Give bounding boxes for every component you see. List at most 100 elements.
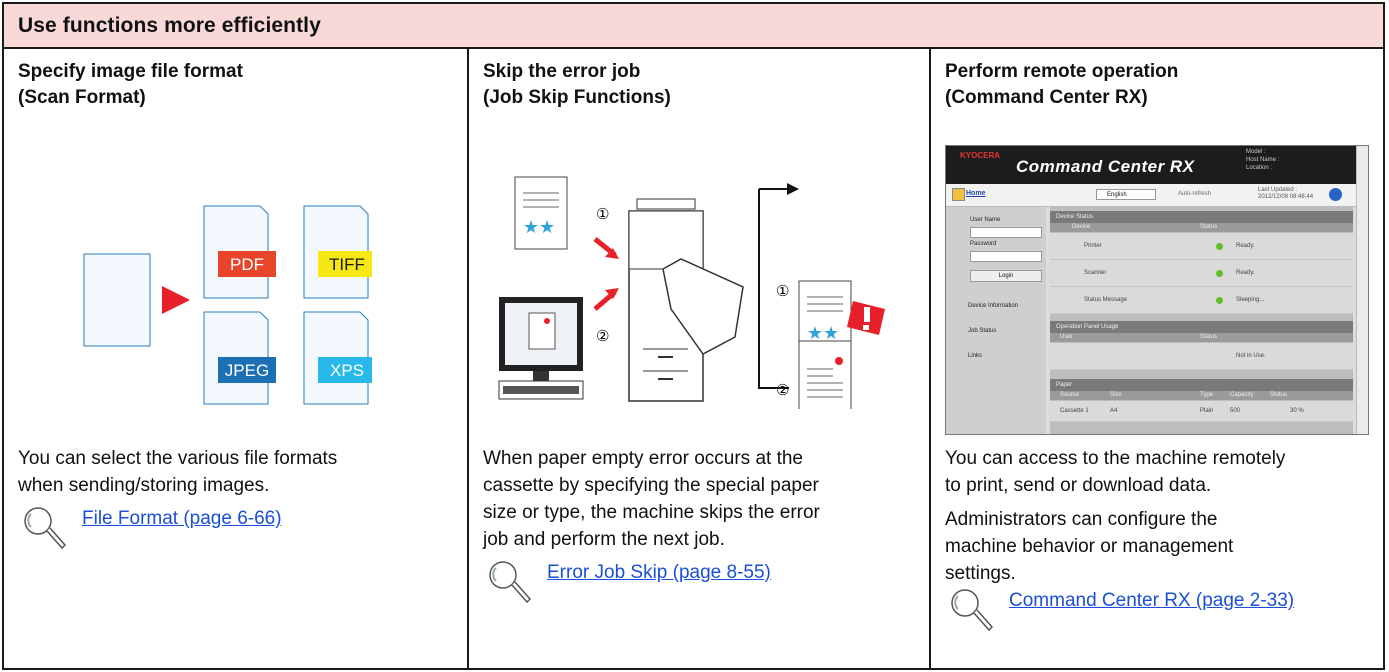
magnifier-icon [951,589,993,632]
paper-level: 30 % [1290,408,1304,414]
status-dot-icon [1216,270,1223,277]
paper-table-header: Source Size Type Capacity Status [1050,391,1353,400]
meta-model: Model : [1246,149,1266,155]
desc-line: When paper empty error occurs at the [483,448,803,469]
status-dot-icon [1216,297,1223,304]
desc-line: You can access to the machine remotely [945,448,1286,469]
ccrx-main: Device Status Device Status Printer Read… [1050,207,1353,434]
ccrx-meta: Model : Host Name : Location : [1246,148,1279,172]
tiff-label: TIFF [329,255,365,274]
feature-panel: Use functions more efficiently Specify i… [2,2,1385,670]
ccrx-home-link[interactable]: Home [966,190,985,197]
device-status: Ready. [1236,270,1255,276]
login-button[interactable]: Login [970,270,1042,282]
column-title: Perform remote operation (Command Center… [945,59,1178,111]
source-document [83,253,151,347]
printer-icon [628,198,744,402]
desc-line: job and perform the next job. [483,529,725,550]
section-header: Use functions more efficiently [4,4,1383,49]
device-status: Ready. [1236,243,1255,249]
error-icon [847,301,885,335]
device-row: Scanner Ready. [1050,260,1353,287]
device-name: Status Message [1084,297,1128,303]
command-center-link[interactable]: Command Center RX (page 2-33) [1009,589,1294,613]
paper-source: Cassette 1 [1060,408,1089,414]
command-center-screenshot: KYOCERA Command Center RX Model : Host N… [945,145,1369,435]
ccrx-sidebar: User Name Password Login Device Informat… [946,207,1046,434]
refresh-icon[interactable] [1329,188,1342,201]
ccrx-topbar: KYOCERA Command Center RX Model : Host N… [946,146,1356,184]
ccrx-scrollbar[interactable] [1356,146,1368,434]
kyocera-logo: KYOCERA [960,151,1001,160]
tiff-document: TIFF [303,205,372,299]
column-command-center: Perform remote operation (Command Center… [931,49,1383,670]
col-user: User [1060,334,1073,340]
device-status-heading: Device Status [1050,211,1353,223]
pdf-label: PDF [230,255,264,274]
title-line: Skip the error job [483,61,641,82]
user-name-label: User Name [970,217,1001,223]
desc-line: settings. [945,563,1016,584]
auto-refresh-checkbox[interactable]: Auto-refresh [1178,191,1211,197]
col-source: Source [1060,392,1080,398]
col-capacity: Capacity [1230,392,1254,398]
magnifier-icon [489,561,531,604]
column-description: When paper empty error occurs at the cas… [483,445,820,553]
nav-links[interactable]: Links [968,353,982,359]
col-size: Size [1110,392,1122,398]
desc-line: machine behavior or management [945,536,1234,557]
convert-arrow-icon [162,286,190,314]
op-row: Not in Use. [1050,343,1353,370]
job-document-stars: ★★ [514,176,568,250]
nav-job-status[interactable]: Job Status [968,328,996,334]
desc-line: cassette by specifying the special paper [483,475,819,496]
col-type: Type [1200,392,1214,398]
col-status: Status [1200,224,1218,230]
user-name-field[interactable] [970,227,1042,238]
last-updated-label: Last Updated : [1258,187,1298,193]
svg-text:★★: ★★ [523,217,555,238]
file-format-link[interactable]: File Format (page 6-66) [82,507,282,531]
paper-type: Plain [1200,408,1214,414]
file-format-illustration: PDF TIFF JPEG XPS [83,205,372,405]
desc-line: to print, send or download data. [945,475,1212,496]
desc-line: when sending/storing images. [18,475,270,496]
column-title: Specify image file format (Scan Format) [18,59,243,111]
reference: File Format (page 6-66) [22,505,282,551]
device-row: Printer Ready. [1050,233,1353,260]
desc-line: size or type, the machine skips the erro… [483,502,820,523]
error-job-skip-link[interactable]: Error Job Skip (page 8-55) [547,561,771,585]
col-status: Status [1200,334,1218,340]
title-line: Perform remote operation [945,61,1179,82]
column-scan-format: Specify image file format (Scan Format) … [4,49,469,670]
job-skip-illustration: ★★ ① ② ① ★★ ② [498,176,885,409]
jpeg-label: JPEG [225,361,269,380]
ccrx-title: Command Center RX [1016,157,1195,176]
paper-heading: Paper [1050,379,1353,391]
language-select[interactable]: English [1096,189,1156,200]
device-table-header: Device Status [1050,223,1353,232]
marker-2: ② [596,327,609,345]
next-job-document [798,340,852,409]
home-icon [952,188,965,201]
device-name: Scanner [1084,270,1107,276]
reference: Command Center RX (page 2-33) [949,587,1294,633]
section-title: Use functions more efficiently [18,14,321,37]
paper-row: Cassette 1 A4 Plain 500 30 % [1050,401,1353,422]
paper-size: A4 [1110,408,1118,414]
title-subline: (Command Center RX) [945,87,1148,108]
ccrx-navbar: Home English Auto-refresh Last Updated :… [946,184,1356,207]
desc-line: Administrators can configure the [945,509,1218,530]
column-job-skip: Skip the error job (Job Skip Functions) … [469,49,931,670]
password-field[interactable] [970,251,1042,262]
device-name: Printer [1084,243,1102,249]
title-subline: (Scan Format) [18,87,146,108]
desc-line: You can select the various file formats [18,448,338,469]
xps-label: XPS [330,361,364,380]
status-dot-icon [1216,243,1223,250]
paper-capacity: 500 [1230,408,1241,414]
column-description: You can access to the machine remotely t… [945,445,1285,587]
magnifier-icon [24,507,66,550]
nav-device-information[interactable]: Device Information [968,303,1018,309]
last-updated-value: 2012/12/08 08:48:44 [1258,194,1314,200]
